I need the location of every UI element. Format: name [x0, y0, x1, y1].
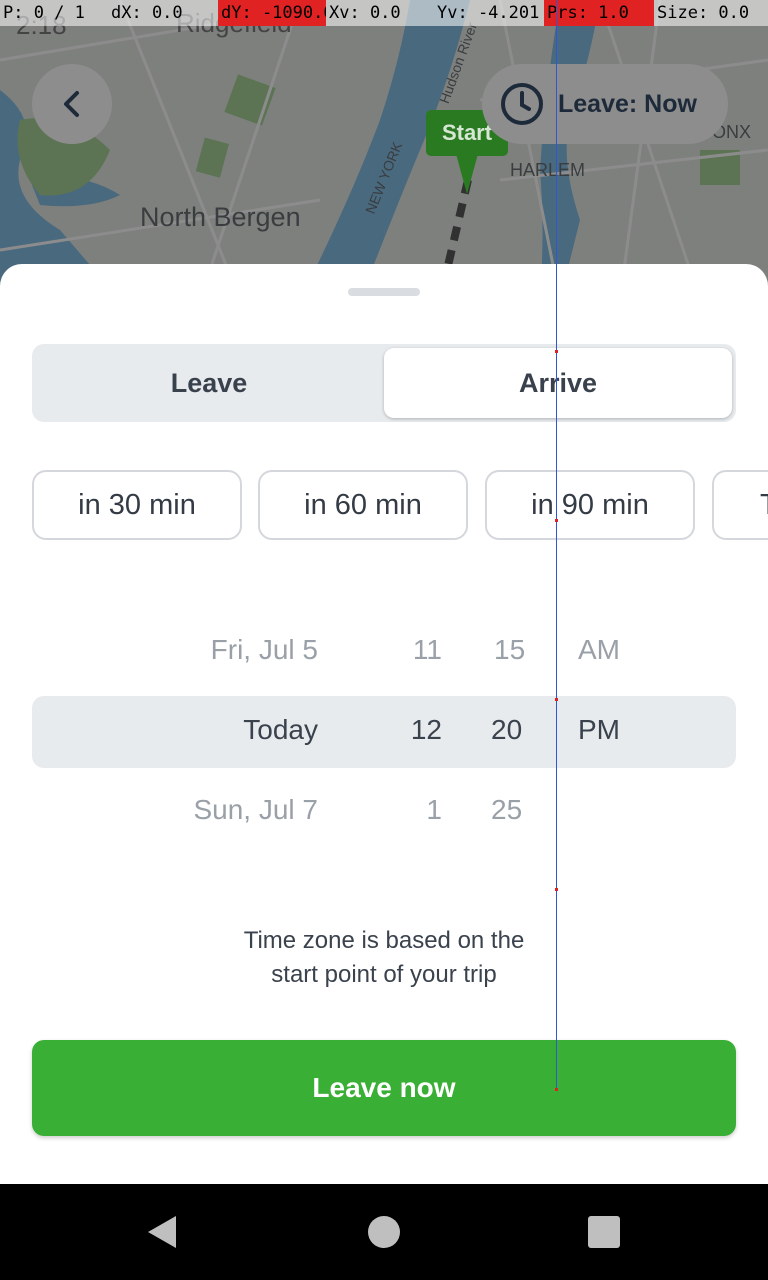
tab-arrive[interactable]: Arrive: [384, 348, 732, 418]
debug-size: Size: 0.0: [657, 3, 750, 23]
picker-hour-next[interactable]: 1: [380, 794, 442, 826]
time-picker-sheet: Leave Arrive in 30 min in 60 min in 90 m…: [0, 264, 768, 1184]
picker-minute-selected[interactable]: 20: [491, 714, 551, 746]
picker-ampm-prev[interactable]: AM: [578, 634, 658, 666]
nav-recents-icon[interactable]: [588, 1216, 620, 1248]
chevron-left-icon: [64, 91, 79, 117]
debug-dx: dX: 0.0: [111, 3, 183, 23]
nav-home-icon[interactable]: [368, 1216, 400, 1248]
pointer-debug-bar: P: 0 / 1 dX: 0.0 dY: -1090.0 Xv: 0.0 Yv:…: [0, 0, 768, 26]
picker-minute-prev[interactable]: 15: [494, 634, 554, 666]
timezone-note-line-1: Time zone is based on the: [243, 927, 525, 954]
sheet-drag-handle[interactable]: [348, 288, 420, 296]
map-view[interactable]: North Bergen HARLEM NEW YORK Hudson Rive…: [0, 0, 768, 300]
picker-date-prev[interactable]: Fri, Jul 5: [120, 634, 318, 666]
chip-30-min[interactable]: in 30 min: [32, 470, 242, 540]
picker-date-selected[interactable]: Today: [120, 714, 318, 746]
debug-prs: Prs: 1.0: [544, 0, 654, 26]
system-nav-bar: [0, 1184, 768, 1280]
clock-icon: [501, 83, 543, 125]
leave-time-button[interactable]: Leave: Now: [482, 64, 728, 144]
back-button[interactable]: [32, 64, 112, 144]
picker-date-next[interactable]: Sun, Jul 7: [120, 794, 318, 826]
chip-60-min[interactable]: in 60 min: [258, 470, 468, 540]
start-pin-tail: [456, 154, 478, 194]
pointer-trace-dot: [555, 1088, 558, 1091]
chip-partial[interactable]: T: [712, 470, 768, 540]
nav-back-icon[interactable]: [146, 1214, 178, 1250]
debug-pointer: P: 0 / 1: [3, 3, 85, 23]
leave-time-label: Leave: Now: [558, 89, 697, 118]
map-label-north-bergen: North Bergen: [140, 202, 301, 232]
pointer-trace-line: [556, 0, 557, 1090]
picker-minute-next[interactable]: 25: [491, 794, 551, 826]
map-label-harlem: HARLEM: [510, 160, 586, 180]
picker-hour-prev[interactable]: 11: [380, 634, 442, 666]
chip-90-min[interactable]: in 90 min: [485, 470, 695, 540]
debug-dy: dY: -1090.0: [218, 0, 326, 26]
pointer-trace-dot: [555, 519, 558, 522]
leave-arrive-toggle: Leave Arrive: [32, 344, 736, 422]
map-scrim: [0, 0, 768, 300]
pointer-trace-dot: [555, 888, 558, 891]
debug-yv: Yv: -4.201: [437, 3, 540, 23]
pointer-trace-dot: [555, 698, 558, 701]
tab-leave[interactable]: Leave: [36, 348, 382, 418]
picker-ampm-selected[interactable]: PM: [578, 714, 658, 746]
leave-now-button[interactable]: Leave now: [32, 1040, 736, 1136]
picker-hour-selected[interactable]: 12: [380, 714, 442, 746]
debug-xv: Xv: 0.0: [329, 3, 401, 23]
timezone-note-line-2: start point of your trip: [271, 961, 497, 988]
timezone-note: Time zone is based on the start point of…: [184, 924, 584, 992]
quick-time-chips: in 30 min in 60 min in 90 min T: [32, 470, 768, 540]
pointer-trace-dot: [555, 350, 558, 353]
